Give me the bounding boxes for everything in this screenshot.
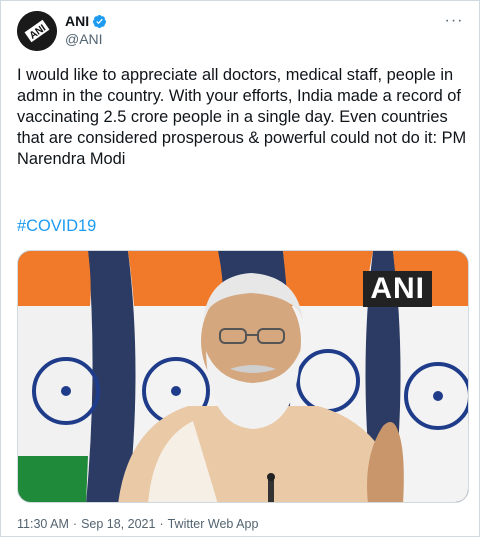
media-watermark: ANI (363, 271, 432, 307)
tweet-header: ANI ANI @ANI ··· (17, 11, 467, 53)
tweet-card: ANI ANI @ANI ··· I would like to appreci… (0, 0, 480, 537)
more-options-icon: ··· (444, 12, 464, 29)
tweet-client[interactable]: Twitter Web App (168, 517, 259, 531)
meta-separator-2: · (159, 517, 164, 531)
author-names: ANI @ANI (65, 13, 107, 47)
verified-badge-icon (93, 14, 107, 28)
tweet-date[interactable]: Sep 18, 2021 (81, 517, 155, 531)
avatar[interactable]: ANI (17, 11, 57, 51)
tweet-media-image[interactable]: ANI (17, 250, 469, 503)
tweet-time[interactable]: 11:30 AM (17, 517, 69, 531)
author-display-name[interactable]: ANI (65, 13, 89, 29)
ani-logo-icon: ANI (17, 11, 57, 51)
tweet-metadata: 11:30 AM · Sep 18, 2021 · Twitter Web Ap… (17, 517, 258, 531)
hashtag-link[interactable]: #COVID19 (17, 217, 96, 236)
more-options-button[interactable]: ··· (441, 11, 467, 31)
tweet-text: I would like to appreciate all doctors, … (17, 66, 467, 168)
author-handle[interactable]: @ANI (65, 31, 107, 47)
meta-separator: · (72, 517, 78, 531)
flag-left (18, 251, 100, 502)
